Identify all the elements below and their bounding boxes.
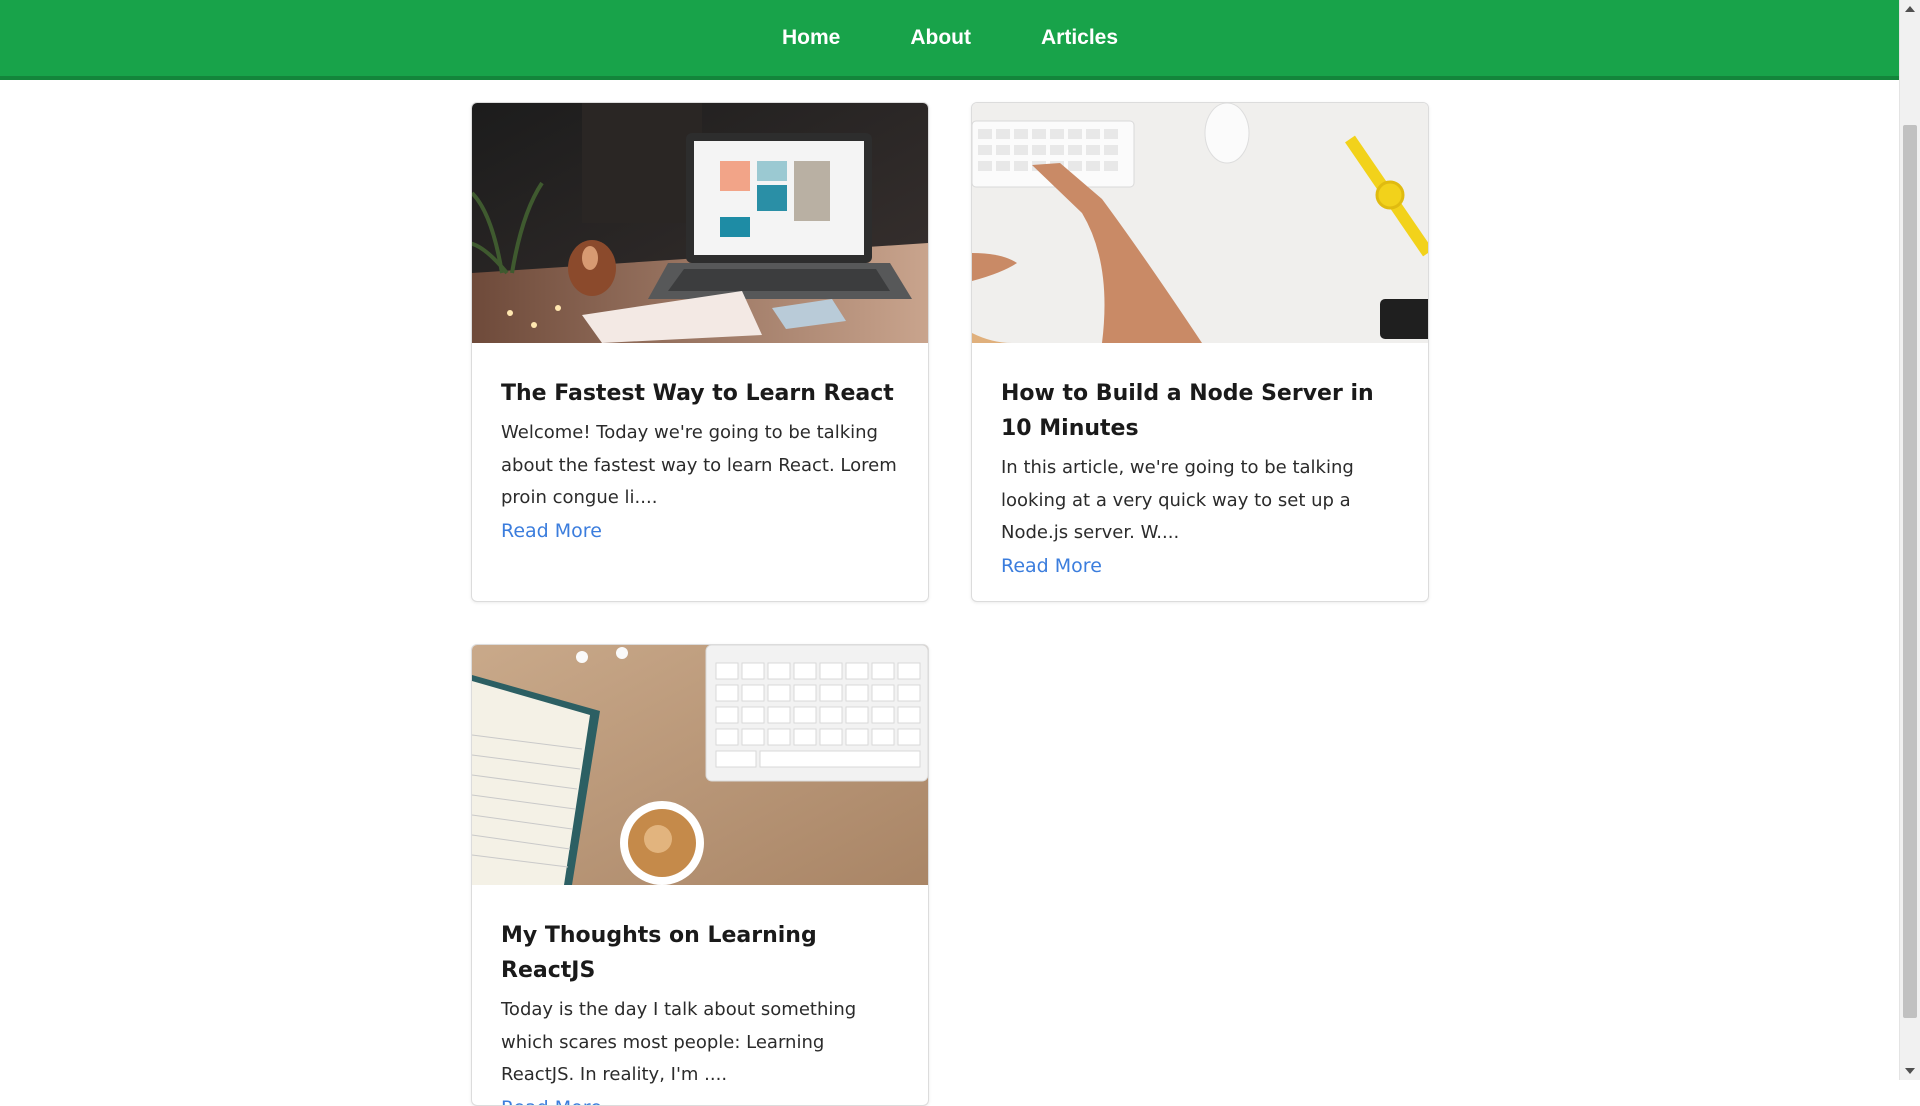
article-excerpt: Today is the day I talk about something …: [501, 994, 899, 1092]
read-more-link[interactable]: Read More: [501, 1092, 602, 1106]
top-navbar: Home About Articles: [0, 0, 1900, 80]
card-body: How to Build a Node Server in 10 Minutes…: [972, 343, 1428, 602]
read-more-link[interactable]: Read More: [501, 515, 602, 547]
nav-about-link[interactable]: About: [910, 26, 971, 50]
article-image-keyboard-hands[interactable]: [972, 103, 1428, 343]
article-excerpt: In this article, we're going to be talki…: [1001, 452, 1399, 550]
nav-articles-link[interactable]: Articles: [1041, 26, 1118, 50]
read-more-link[interactable]: Read More: [1001, 550, 1102, 582]
scroll-thumb[interactable]: [1903, 125, 1917, 1018]
scroll-down-arrow-icon[interactable]: [1905, 1068, 1915, 1074]
card-body: My Thoughts on Learning ReactJS Today is…: [472, 885, 928, 1106]
nav-home-link[interactable]: Home: [782, 26, 840, 50]
article-card: The Fastest Way to Learn React Welcome! …: [471, 102, 929, 602]
article-title: The Fastest Way to Learn React: [501, 376, 899, 411]
article-image-notebook-coffee[interactable]: [472, 645, 928, 885]
vertical-scrollbar[interactable]: [1899, 0, 1920, 1080]
article-card: How to Build a Node Server in 10 Minutes…: [971, 102, 1429, 602]
article-image-laptop[interactable]: [472, 103, 928, 343]
scroll-up-arrow-icon[interactable]: [1905, 6, 1915, 12]
article-title: How to Build a Node Server in 10 Minutes: [1001, 376, 1399, 446]
article-card: My Thoughts on Learning ReactJS Today is…: [471, 644, 929, 1106]
article-excerpt: Welcome! Today we're going to be talking…: [501, 417, 899, 515]
card-body: The Fastest Way to Learn React Welcome! …: [472, 343, 928, 577]
article-title: My Thoughts on Learning ReactJS: [501, 918, 899, 988]
